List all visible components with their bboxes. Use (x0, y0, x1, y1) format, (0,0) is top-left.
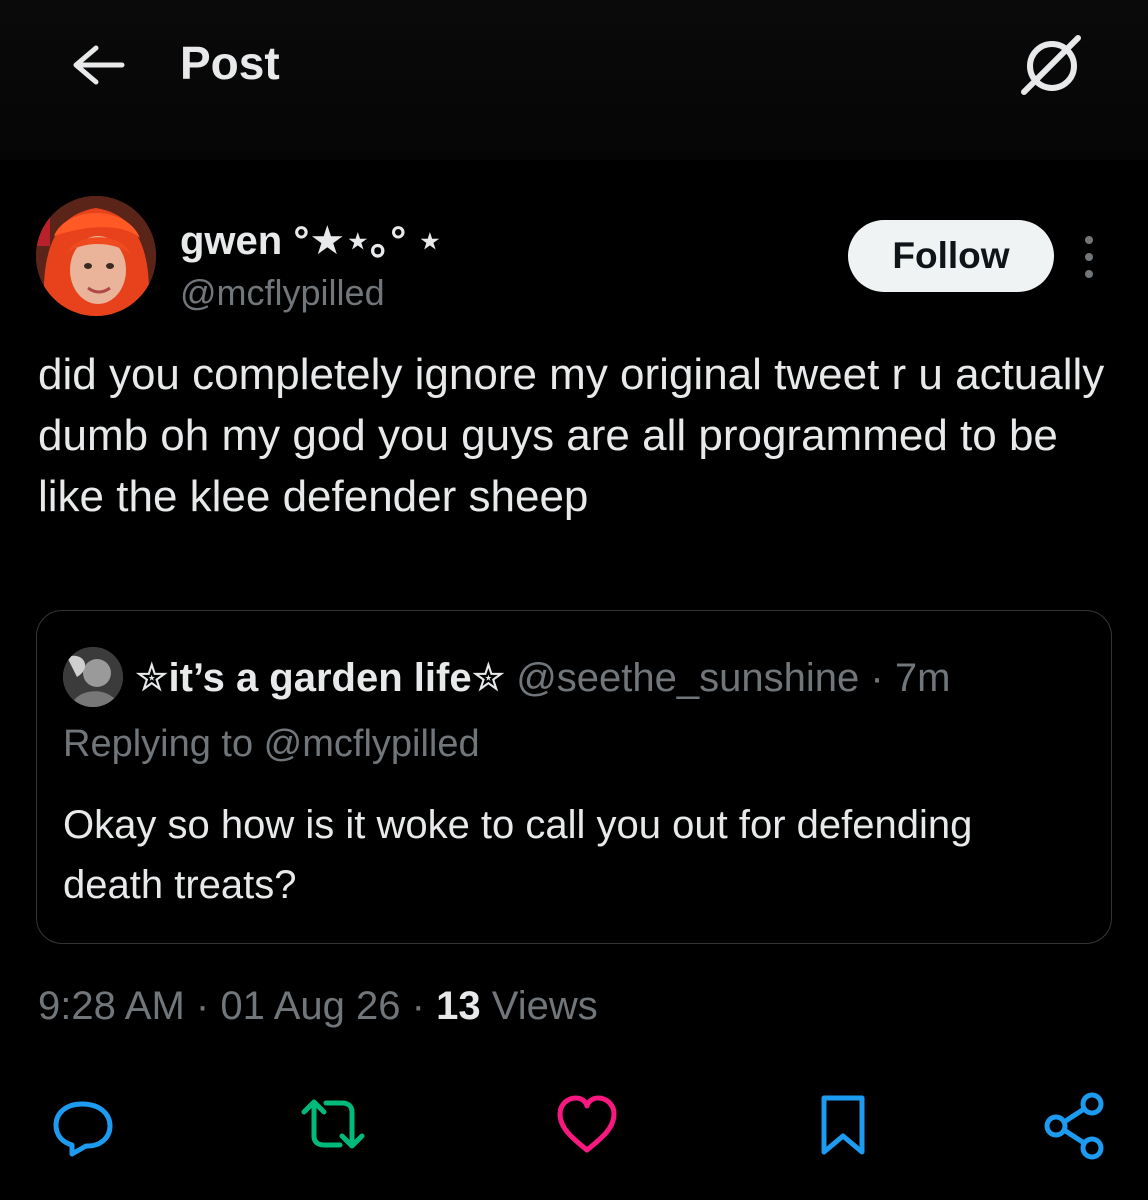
display-name[interactable]: gwen °★⋆｡° ⋆ (180, 208, 442, 266)
reply-button[interactable] (48, 1090, 118, 1160)
grok-icon (1021, 35, 1081, 95)
back-button[interactable] (66, 40, 128, 90)
quote-text: Okay so how is it woke to call you out f… (63, 803, 973, 907)
more-vertical-icon (1085, 236, 1093, 278)
repost-icon (301, 1099, 365, 1149)
post-time: 9:28 AM (38, 984, 185, 1028)
views-label[interactable]: Views (492, 984, 598, 1028)
replying-to: Replying to @mcflypilled (63, 723, 480, 765)
arrow-left-icon (73, 45, 125, 85)
views-count[interactable]: 13 (436, 984, 481, 1028)
more-options-button[interactable] (1074, 232, 1104, 282)
quote-profile-photo (63, 647, 123, 707)
quote-separator: · (870, 656, 884, 700)
quote-display-name[interactable]: ✮it’s a garden life✮ (135, 656, 505, 700)
meta-separator: · (195, 984, 210, 1028)
share-button[interactable] (1040, 1090, 1110, 1160)
post-meta: 9:28 AM · 01 Aug 26 · 13 Views (38, 984, 598, 1029)
bookmark-icon (821, 1095, 865, 1155)
post-text: did you completely ignore my original tw… (38, 350, 1105, 521)
quote-handle[interactable]: @seethe_sunshine (516, 656, 859, 700)
quote-timestamp: 7m (894, 656, 951, 700)
post-date: 01 Aug 26 (220, 984, 401, 1028)
quote-avatar[interactable] (63, 647, 123, 707)
follow-button[interactable]: Follow (848, 220, 1054, 292)
like-button[interactable] (552, 1090, 622, 1160)
page-title: Post (180, 37, 280, 89)
bookmark-button[interactable] (808, 1090, 878, 1160)
heart-icon (557, 1095, 617, 1153)
grok-button[interactable] (1014, 28, 1086, 100)
quoted-post[interactable]: ✮it’s a garden life✮ @seethe_sunshine · … (36, 610, 1112, 944)
profile-photo (36, 196, 156, 316)
reply-icon (53, 1101, 113, 1157)
avatar[interactable] (36, 196, 156, 316)
quote-header: ✮it’s a garden life✮ @seethe_sunshine · … (135, 655, 950, 701)
top-bar: Post (0, 0, 1148, 160)
meta-separator: · (411, 984, 425, 1028)
share-icon (1044, 1092, 1104, 1160)
repost-button[interactable] (298, 1090, 368, 1160)
user-handle[interactable]: @mcflypilled (180, 272, 385, 314)
